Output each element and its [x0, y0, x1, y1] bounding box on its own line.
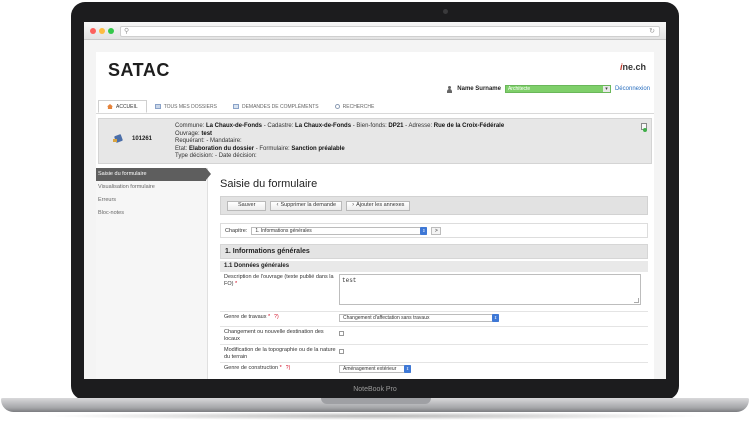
brand-logo[interactable]: ine.ch [620, 62, 646, 72]
modification-checkbox[interactable] [339, 349, 344, 354]
section-heading: 1. Informations générales [220, 244, 648, 259]
close-window-button[interactable] [90, 28, 96, 34]
documents-icon [232, 104, 239, 109]
select-arrows-icon: ⇕ [492, 314, 499, 322]
minimize-window-button[interactable] [99, 28, 105, 34]
folder-icon [154, 104, 161, 109]
dossier-ouvrage: Ouvrage: test [175, 130, 213, 137]
dossier-etat: Etat: Elaboration du dossier - Formulair… [175, 145, 345, 152]
camera [443, 9, 448, 14]
role-select[interactable]: Architecte ▾ [504, 85, 611, 93]
add-annexes-button[interactable]: › Ajouter les annexes [346, 200, 411, 211]
form-toolbar: Sauver ‹ Supprimer la demande › Ajouter … [220, 196, 648, 215]
device-label: NoteBook Pro [353, 386, 397, 393]
dossier-location: Commune: La Chaux-de-Fonds - Cadastre: L… [175, 123, 505, 129]
screen: ⚲ ↻ SATAC ine.ch Name Surname Architecte… [84, 22, 666, 379]
home-icon [107, 104, 113, 109]
changement-label: Changement ou nouvelle destination des l… [224, 329, 324, 342]
web-page: SATAC ine.ch Name Surname Architecte ▾ D… [96, 52, 654, 379]
help-icon[interactable]: ?) [286, 365, 290, 371]
dossier-info: Commune: La Chaux-de-Fonds - Cadastre: L… [175, 123, 504, 161]
laptop-base [1, 398, 749, 412]
subsection-heading: 1.1 Données générales [220, 261, 648, 272]
select-arrows-icon: ⇕ [420, 226, 428, 235]
site-header: SATAC ine.ch Name Surname Architecte ▾ D… [96, 52, 654, 100]
dossier-summary: 101261 Commune: La Chaux-de-Fonds - Cada… [98, 118, 652, 164]
page-title: Saisie du formulaire [220, 178, 318, 190]
sidebar-item-bloc-notes[interactable]: Bloc-notes [96, 207, 207, 220]
search-icon [334, 104, 340, 109]
genre-construction-label: Genre de construction *?) [224, 365, 291, 371]
main-tabs: ACCUEIL TOUS MES DOSSIERS DEMANDES DE CO… [96, 100, 654, 114]
chapter-label: Chapitre: [225, 227, 248, 234]
tab-recherche[interactable]: RECHERCHE [327, 100, 383, 113]
field-genre-construction: Genre de construction *?) Aménagement ex… [220, 363, 648, 376]
chevron-right-icon: › [352, 202, 355, 208]
genre-construction-select[interactable]: Aménagement extérieur ⇕ [339, 365, 411, 373]
chapter-select[interactable]: 1. Informations générales ⇕ [251, 226, 428, 235]
dossier-requerant: Requérant: - Mandataire: [175, 138, 242, 144]
chapter-go-button[interactable]: > [431, 226, 442, 235]
field-changement: Changement ou nouvelle destination des l… [220, 327, 648, 345]
chapter-row: Chapitre: 1. Informations générales ⇕ > [220, 223, 648, 238]
sidebar-item-visualisation[interactable]: Visualisation formulaire [96, 181, 207, 194]
sidebar-item-erreurs[interactable]: Erreurs [96, 194, 207, 207]
browser-toolbar: ⚲ ↻ [84, 22, 666, 40]
sidebar: Saisie du formulaire Visualisation formu… [96, 168, 211, 379]
attachment-icon[interactable] [641, 123, 647, 132]
genre-travaux-label: Genre de travaux *?) [224, 314, 279, 320]
tab-demandes-complements[interactable]: DEMANDES DE COMPLÉMENTS [225, 100, 327, 113]
address-bar[interactable]: ⚲ ↻ [120, 26, 660, 37]
tab-accueil[interactable]: ACCUEIL [98, 100, 147, 113]
satac-logo[interactable]: SATAC [108, 60, 170, 81]
save-button[interactable]: Sauver [227, 200, 267, 211]
search-icon: ⚲ [124, 28, 130, 35]
user-name: Name Surname [457, 86, 501, 92]
field-genre-travaux: Genre de travaux *?) Changement d'affect… [220, 312, 648, 327]
field-modification: Modification de la topographie ou de la … [220, 345, 648, 363]
chevron-down-icon: ▾ [602, 86, 610, 92]
changement-checkbox[interactable] [339, 331, 344, 336]
laptop-shadow [40, 412, 710, 420]
modification-label: Modification de la topographie ou de la … [224, 347, 336, 360]
help-icon[interactable]: ?) [274, 314, 278, 320]
genre-travaux-select[interactable]: Changement d'affectation sans travaux ⇕ [339, 314, 499, 322]
field-description: Description de l'ouvrage (texte publié d… [220, 272, 648, 312]
dossier-id: 101261 [132, 136, 153, 142]
chevron-left-icon: ‹ [276, 202, 279, 208]
reload-icon[interactable]: ↻ [649, 28, 655, 36]
form-panel: Saisie du formulaire Sauver ‹ Supprimer … [220, 168, 648, 379]
select-arrows-icon: ⇕ [404, 365, 411, 373]
user-icon [446, 85, 453, 93]
maximize-window-button[interactable] [108, 28, 114, 34]
tab-tous-mes-dossiers[interactable]: TOUS MES DOSSIERS [147, 100, 225, 113]
delete-request-button[interactable]: ‹ Supprimer la demande [270, 200, 343, 211]
logout-link[interactable]: Déconnexion [615, 86, 650, 92]
sidebar-item-saisie[interactable]: Saisie du formulaire [96, 168, 211, 181]
description-textarea[interactable]: test [339, 274, 641, 305]
dossier-icon [113, 133, 123, 143]
base-notch [321, 398, 431, 404]
dossier-decision: Type décision: - Date décision: [175, 153, 257, 159]
description-label: Description de l'ouvrage (texte publié d… [224, 274, 334, 287]
content-area: Saisie du formulaire Visualisation formu… [96, 168, 654, 379]
user-bar: Name Surname Architecte ▾ Déconnexion [446, 85, 650, 93]
